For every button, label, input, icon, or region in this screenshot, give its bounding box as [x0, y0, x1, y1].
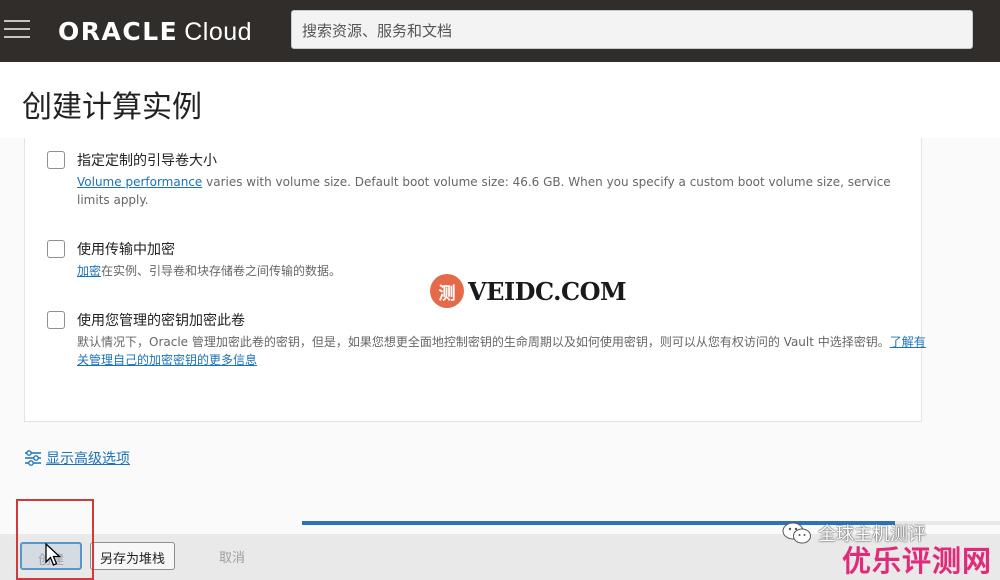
mouse-cursor-icon [45, 543, 61, 566]
in-transit-encryption-checkbox[interactable] [47, 240, 65, 258]
custom-boot-volume-size-checkbox[interactable] [47, 151, 65, 169]
wechat-icon [782, 522, 811, 544]
option-label: 使用您管理的密钥加密此卷 [77, 313, 245, 329]
cancel-button[interactable]: 取消 [210, 542, 254, 570]
save-as-stack-button[interactable]: 另存为堆栈 [90, 542, 176, 570]
search-input[interactable]: 搜索资源、服务和文档 [291, 10, 973, 49]
site-watermark: 优乐评测网 [842, 544, 993, 578]
option-description: 默认情况下，Oracle 管理加密此卷的密钥，但是，如果您想更全面地控制密钥的生… [77, 335, 926, 367]
veidc-watermark: 测 VEIDC.COM [430, 274, 627, 308]
show-advanced-options-link[interactable]: 显示高级选项 [24, 448, 130, 468]
page-header: 创建计算实例 [0, 62, 1000, 138]
encryption-link[interactable]: 加密 [77, 264, 101, 278]
option-description: Volume performance varies with volume si… [77, 175, 891, 207]
option-label: 使用传输中加密 [77, 242, 175, 258]
veidc-badge-icon: 测 [430, 274, 464, 308]
page-title: 创建计算实例 [22, 90, 202, 125]
sliders-icon [25, 450, 41, 466]
volume-performance-link[interactable]: Volume performance [77, 175, 202, 189]
customer-managed-key-checkbox[interactable] [47, 311, 65, 329]
option-label: 指定定制的引导卷大小 [77, 153, 217, 169]
oracle-cloud-logo[interactable]: ORACLE Cloud [58, 17, 252, 47]
main-content: 指定定制的引导卷大小 Volume performance varies wit… [0, 138, 1000, 580]
top-navigation-bar: ORACLE Cloud 搜索资源、服务和文档 [0, 0, 1000, 62]
menu-icon[interactable] [4, 20, 30, 40]
